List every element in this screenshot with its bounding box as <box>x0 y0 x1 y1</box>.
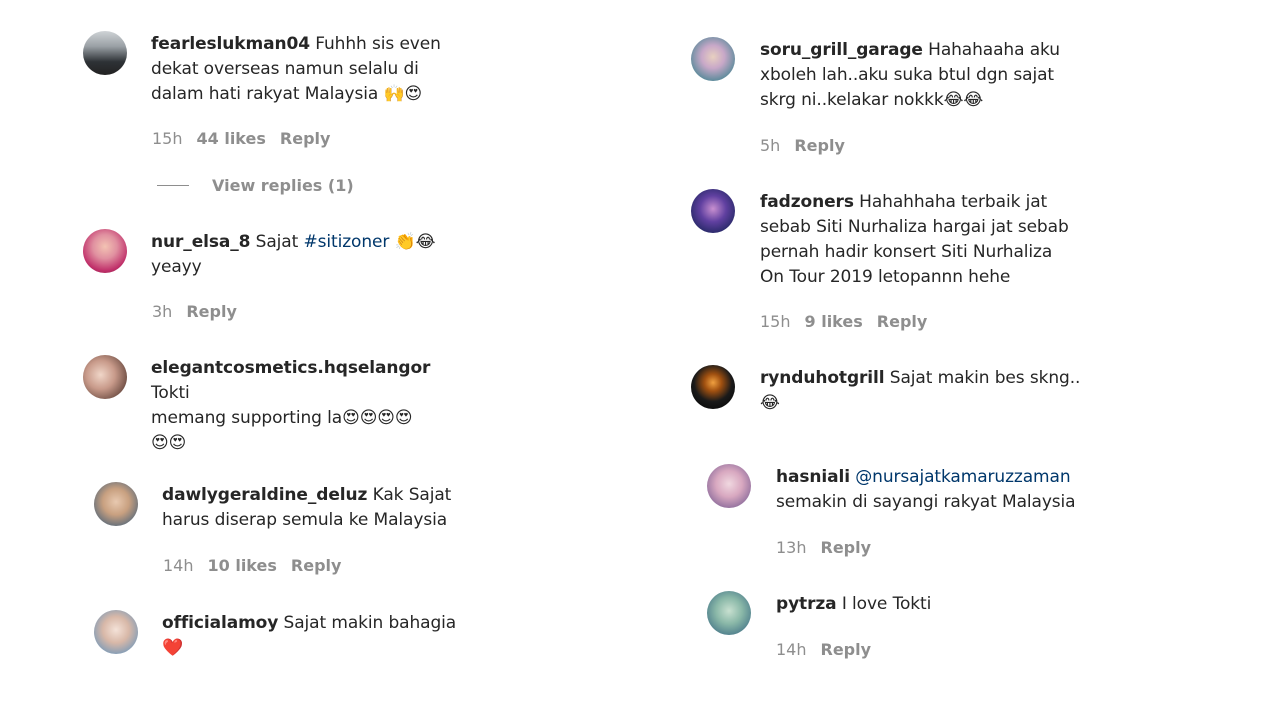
comment-body: pytrza I love Tokti <box>776 592 1106 617</box>
comment-body: officialamoy Sajat makin bahagia ❤️ <box>162 611 482 661</box>
avatar[interactable] <box>83 31 127 75</box>
comment-text: 😍😍 <box>151 433 187 453</box>
comment-text: Kak Sajat <box>367 485 452 505</box>
username[interactable]: fearleslukman04 <box>151 34 310 54</box>
comment-text: xboleh lah..aku suka btul dgn sajat <box>760 65 1054 85</box>
comment-meta: 15h 9 likes Reply <box>760 312 941 331</box>
username[interactable]: rynduhotgrill <box>760 368 885 388</box>
comment-body: fadzoners Hahahhaha terbaik jat sebab Si… <box>760 190 1090 290</box>
view-replies-label: View replies (1) <box>212 176 354 195</box>
comment-emoji: 👏😂 <box>389 232 436 252</box>
username[interactable]: fadzoners <box>760 192 854 212</box>
comment-text: I love Tokti <box>836 594 932 614</box>
comment-text: Sajat makin bahagia <box>278 613 457 633</box>
timestamp: 14h <box>776 640 807 659</box>
avatar[interactable] <box>83 229 127 273</box>
comment-text: harus diserap semula ke Malaysia <box>162 510 448 530</box>
avatar[interactable] <box>691 365 735 409</box>
reply-button[interactable]: Reply <box>280 129 331 148</box>
comment-meta: 5h Reply <box>760 136 859 155</box>
timestamp: 3h <box>152 302 173 321</box>
reply-button[interactable]: Reply <box>186 302 237 321</box>
comment-meta: 14h Reply <box>776 640 885 659</box>
comment-text: Fuhhh sis even <box>309 34 441 54</box>
comment-meta: 13h Reply <box>776 538 885 557</box>
comment-text: semakin di sayangi rakyat Malaysia <box>776 492 1076 512</box>
timestamp: 13h <box>776 538 807 557</box>
comment-text: Tokti <box>151 383 190 403</box>
timestamp: 15h <box>152 129 183 148</box>
comment-meta: 3h Reply <box>152 302 251 321</box>
avatar[interactable] <box>707 591 751 635</box>
likes-count[interactable]: 44 likes <box>197 129 266 148</box>
comment-body: fearleslukman04 Fuhhh sis even dekat ove… <box>151 32 451 107</box>
comment-meta: 15h 44 likes Reply <box>152 129 344 148</box>
comment-body: hasniali @nursajatkamaruzzaman semakin d… <box>776 465 1106 515</box>
comment-body: elegantcosmetics.hqselangor Tokti memang… <box>151 356 471 456</box>
comment-text: Sajat <box>250 232 304 252</box>
comment-text: sebab Siti Nurhaliza hargai jat sebab <box>760 217 1069 237</box>
comment-text: Hahahhaha terbaik jat <box>853 192 1048 212</box>
timestamp: 15h <box>760 312 791 331</box>
mention-link[interactable]: @nursajatkamaruzzaman <box>850 467 1070 487</box>
comment-body: dawlygeraldine_deluz Kak Sajat harus dis… <box>162 483 482 533</box>
likes-count[interactable]: 9 likes <box>805 312 863 331</box>
comment-body: rynduhotgrill Sajat makin bes skng.. 😂 <box>760 366 1090 416</box>
comment-text: 😂 <box>760 393 780 413</box>
comment-text: pernah hadir konsert Siti Nurhaliza <box>760 242 1053 262</box>
comment-text: skrg ni..kelakar nokkk😂😂 <box>760 90 984 110</box>
username[interactable]: soru_grill_garage <box>760 40 923 60</box>
timestamp: 5h <box>760 136 781 155</box>
username[interactable]: dawlygeraldine_deluz <box>162 485 367 505</box>
comment-text: Hahahaaha aku <box>922 40 1060 60</box>
username[interactable]: officialamoy <box>162 613 278 633</box>
avatar[interactable] <box>691 189 735 233</box>
username[interactable]: nur_elsa_8 <box>151 232 250 252</box>
avatar[interactable] <box>691 37 735 81</box>
comment-text: ❤️ <box>162 638 184 658</box>
avatar[interactable] <box>83 355 127 399</box>
avatar[interactable] <box>94 610 138 654</box>
comment-body: nur_elsa_8 Sajat #sitizoner 👏😂 yeayy <box>151 230 471 280</box>
username[interactable]: elegantcosmetics.hqselangor <box>151 358 430 378</box>
comment-text: dekat overseas namun selalu di <box>151 59 419 79</box>
username[interactable]: pytrza <box>776 594 837 614</box>
comment-text: On Tour 2019 letopannn hehe <box>760 267 1011 287</box>
hashtag-link[interactable]: #sitizoner <box>304 232 390 252</box>
divider-line <box>157 185 189 186</box>
avatar[interactable] <box>94 482 138 526</box>
reply-button[interactable]: Reply <box>794 136 845 155</box>
comment-text: memang supporting la😍😍😍😍 <box>151 408 413 428</box>
reply-button[interactable]: Reply <box>877 312 928 331</box>
reply-button[interactable]: Reply <box>291 556 342 575</box>
reply-button[interactable]: Reply <box>821 640 872 659</box>
timestamp: 14h <box>163 556 194 575</box>
view-replies-button[interactable]: View replies (1) <box>157 176 354 195</box>
comment-text: yeayy <box>151 257 202 277</box>
likes-count[interactable]: 10 likes <box>208 556 277 575</box>
comment-text: Sajat makin bes skng.. <box>884 368 1081 388</box>
comment-text: dalam hati rakyat Malaysia 🙌😍 <box>151 84 423 104</box>
username[interactable]: hasniali <box>776 467 850 487</box>
comment-meta: 14h 10 likes Reply <box>163 556 355 575</box>
comment-body: soru_grill_garage Hahahaaha aku xboleh l… <box>760 38 1090 113</box>
reply-button[interactable]: Reply <box>821 538 872 557</box>
avatar[interactable] <box>707 464 751 508</box>
